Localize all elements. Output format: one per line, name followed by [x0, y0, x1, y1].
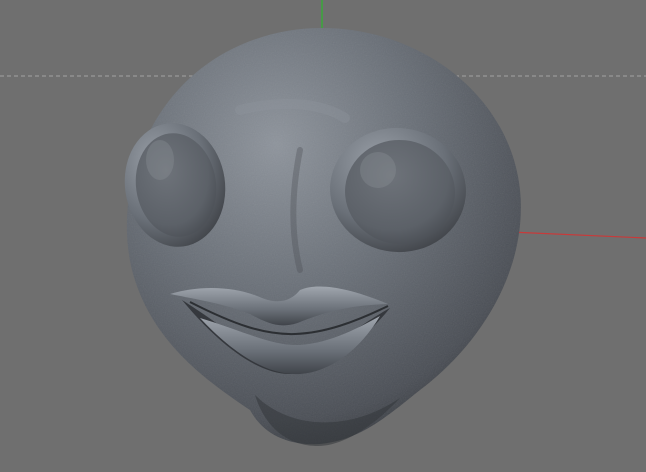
- x-axis-line: [509, 231, 646, 239]
- viewport-scene[interactable]: [0, 0, 646, 472]
- right-eye-shine: [360, 152, 396, 188]
- 3d-viewport[interactable]: [0, 0, 646, 472]
- sculpted-head-model[interactable]: [117, 28, 521, 446]
- left-eye-shine: [146, 140, 174, 180]
